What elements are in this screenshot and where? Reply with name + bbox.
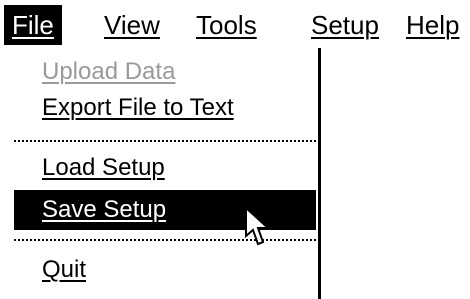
menu-separator — [14, 140, 316, 142]
menu-item-label: Upload Data — [42, 58, 176, 85]
menu-item-quit[interactable]: Quit — [14, 250, 316, 290]
menu-setup[interactable]: Setup — [303, 5, 387, 45]
menu-tools[interactable]: Tools — [188, 5, 265, 45]
menu-item-label: Export File to Text — [42, 94, 234, 121]
menu-item-label: Save Setup — [42, 196, 167, 223]
menu-help[interactable]: Help — [398, 5, 467, 45]
arrow-cursor-icon — [245, 206, 271, 246]
menu-item-label: Load Setup — [42, 154, 165, 181]
menu-bar: File View Tools Setup Help — [0, 0, 470, 50]
menu-view[interactable]: View — [96, 5, 168, 45]
dropdown-shadow — [318, 48, 321, 299]
menu-item-upload-data: Upload Data — [14, 52, 316, 92]
menu-item-export-file-to-text[interactable]: Export File to Text — [14, 88, 316, 128]
menu-file[interactable]: File — [4, 5, 62, 45]
menu-item-load-setup[interactable]: Load Setup — [14, 148, 316, 188]
menu-item-label: Quit — [42, 256, 87, 283]
